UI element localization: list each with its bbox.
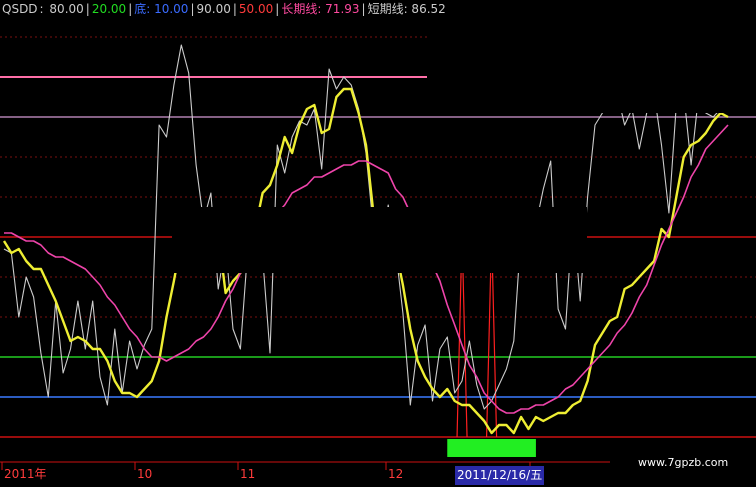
legend-separator: | — [85, 2, 90, 16]
legend-colon: : — [39, 2, 44, 16]
watermark: www.7gpzb.com — [638, 456, 729, 469]
chart-svg[interactable] — [0, 0, 756, 487]
x-tick-label: 11 — [240, 467, 256, 481]
qsdd-chart[interactable]: QSDD: 80.00 | 20.00 | 底: 10.00 | 90.00 | 50.00 | 长… — [0, 0, 756, 487]
x-tick-label: 2011年 — [4, 467, 47, 481]
legend-item: 90.00 — [196, 2, 231, 16]
occluding-panel — [427, 0, 756, 113]
legend-separator: | — [275, 2, 280, 16]
selected-date-box: 2011/12/16/五 — [455, 466, 545, 485]
indicator-name: QSDD — [2, 2, 38, 16]
x-tick-label: 12 — [388, 467, 404, 481]
legend-separator: | — [361, 2, 366, 16]
legend-item: 50.00 — [238, 2, 274, 16]
legend-item: 80.00 — [49, 2, 84, 16]
legend-separator: | — [190, 2, 195, 16]
chart-legend: QSDD: 80.00 | 20.00 | 底: 10.00 | 90.00 | 50.00 | 长… — [2, 1, 450, 17]
occluding-panel — [172, 207, 587, 273]
bottom-signal-bar — [447, 439, 536, 457]
legend-item: 短期线: 86.52 — [367, 2, 446, 16]
legend-separator: | — [128, 2, 133, 16]
legend-items: 80.00 | 20.00 | 底: 10.00 | 90.00 | 50.00 | 长期线: 71… — [49, 2, 447, 16]
legend-item: 20.00 — [91, 2, 127, 16]
legend-separator: | — [232, 2, 237, 16]
legend-item: 长期线: 71.93 — [281, 2, 360, 16]
legend-item: 底: 10.00 — [134, 2, 189, 16]
x-tick-label: 10 — [137, 467, 153, 481]
